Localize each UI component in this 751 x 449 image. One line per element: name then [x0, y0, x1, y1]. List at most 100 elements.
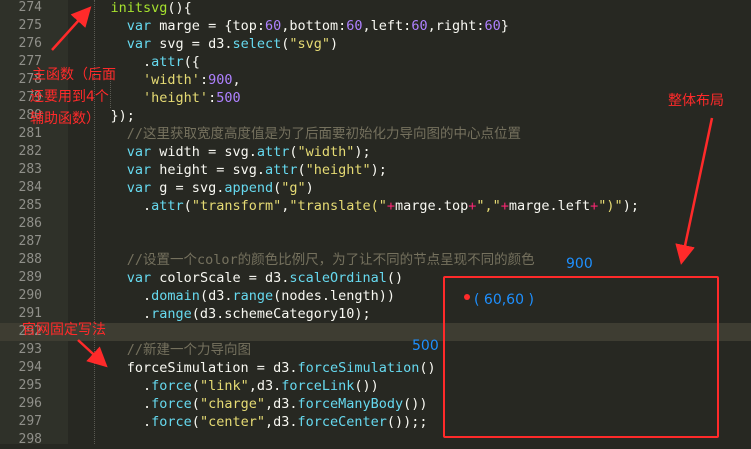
code-token: 500	[216, 90, 241, 106]
code-token: ,right:	[427, 18, 485, 34]
line-number: 282	[18, 144, 42, 159]
code-token: range	[151, 306, 192, 322]
code-token: forceSimulation	[297, 360, 420, 376]
code-token: .	[78, 414, 152, 430]
code-line[interactable]: 276 var svg = d3.select("svg")	[0, 35, 751, 53]
code-token: var	[126, 36, 152, 52]
code-token: "svg"	[289, 36, 331, 52]
code-token: );	[354, 144, 371, 160]
code-line[interactable]: 274 initsvg(){	[0, 0, 751, 17]
code-token: 900	[208, 72, 233, 88]
line-number: 290	[18, 288, 42, 303]
code-line[interactable]: 284 var g = svg.append("g")	[0, 179, 751, 197]
code-token: ,bottom:	[281, 18, 347, 34]
line-number: 283	[18, 162, 42, 177]
code-token: forceCenter	[297, 414, 387, 430]
line-number: 286	[18, 216, 42, 231]
code-token: forceSimulation = d3.	[78, 360, 298, 376]
code-token: "charge"	[199, 396, 265, 412]
code-token: "link"	[199, 378, 249, 394]
line-number: 298	[18, 432, 42, 447]
code-token: (d3.	[199, 288, 233, 304]
code-text: var width = svg.attr("width");	[78, 143, 371, 161]
code-token: (	[191, 414, 200, 430]
code-line[interactable]: 281 //这里获取宽度高度值是为了后面要初始化力导向图的中心点位置	[0, 125, 751, 143]
code-token: :	[199, 72, 209, 88]
code-token: "center"	[199, 414, 265, 430]
code-line[interactable]: 275 var marge = {top:60,bottom:60,left:6…	[0, 17, 751, 35]
code-token: )	[330, 36, 339, 52]
code-line[interactable]: 282 var width = svg.attr("width");	[0, 143, 751, 161]
code-token: "width"	[297, 144, 355, 160]
code-line[interactable]: 287	[0, 233, 751, 251]
code-token: //这里获取宽度高度值是为了后面要初始化力导向图的中心点位置	[126, 126, 522, 142]
line-number: 284	[18, 180, 42, 195]
code-line[interactable]: 279 'height':500	[0, 89, 751, 107]
annotation-main-function-line2: 还要用到4个	[30, 89, 109, 105]
code-token: svg = d3.	[151, 36, 233, 52]
code-token: ,d3.	[264, 414, 298, 430]
code-token: (	[183, 198, 192, 214]
code-token: .	[78, 198, 152, 214]
code-token: ());;	[386, 414, 428, 430]
code-token: 'height'	[143, 90, 209, 106]
code-line[interactable]: 285 .attr("transform","translate("+marge…	[0, 197, 751, 215]
code-token: marge.top	[395, 198, 469, 214]
code-token: ,left:	[362, 18, 412, 34]
code-token: //新建一个力导向图	[126, 342, 252, 358]
code-token: ","	[476, 198, 501, 214]
code-token: 60	[346, 18, 363, 34]
code-token: ,d3.	[264, 396, 298, 412]
code-token: attr	[151, 54, 184, 70]
code-token: 60	[411, 18, 428, 34]
code-text: .range(d3.schemeCategory10);	[78, 305, 371, 323]
code-text: .domain(d3.range(nodes.length))	[78, 287, 395, 305]
line-number: 296	[18, 396, 42, 411]
label-width-900: 900	[566, 256, 593, 272]
code-token: :	[208, 90, 217, 106]
line-number: 274	[18, 0, 42, 15]
code-text: //设置一个color的颜色比例尺，为了让不同的节点呈现不同的颜色	[78, 251, 535, 269]
annotation-main-function-line1: 主函数（后面	[32, 67, 116, 83]
code-token: ()	[386, 270, 404, 286]
code-text: var height = svg.attr("height");	[78, 161, 387, 179]
code-token: ")"	[598, 198, 623, 214]
code-token: var	[126, 162, 152, 178]
code-token: "transform"	[191, 198, 282, 214]
code-token: force	[151, 378, 192, 394]
line-number: 287	[18, 234, 42, 249]
code-token: var	[126, 180, 152, 196]
code-token: var	[126, 18, 152, 34]
code-line[interactable]: 288 //设置一个color的颜色比例尺，为了让不同的节点呈现不同的颜色	[0, 251, 751, 269]
code-token: //设置一个color的颜色比例尺，为了让不同的节点呈现不同的颜色	[126, 252, 535, 268]
code-token: );	[370, 162, 387, 178]
code-line[interactable]: 286	[0, 215, 751, 233]
code-token: (d3.schemeCategory10);	[191, 306, 371, 322]
code-text: .force("center",d3.forceCenter());;	[78, 413, 428, 431]
code-line[interactable]: 280 });	[0, 107, 751, 125]
code-token: 60	[484, 18, 501, 34]
origin-dot	[464, 294, 470, 300]
code-token: ()	[419, 360, 436, 376]
code-token: range	[232, 288, 274, 304]
code-token: +	[500, 198, 509, 214]
code-token: .	[78, 288, 152, 304]
code-token: "height"	[305, 162, 371, 178]
code-token: attr	[151, 198, 184, 214]
line-number: 297	[18, 414, 42, 429]
code-token: 60	[264, 18, 282, 34]
code-token: (nodes.length))	[273, 288, 396, 304]
code-token: height = svg.	[151, 162, 265, 178]
code-token: forceLink	[281, 378, 355, 394]
code-line[interactable]: 283 var height = svg.attr("height");	[0, 161, 751, 179]
line-number: 289	[18, 270, 42, 285]
code-text: .attr("transform","translate("+marge.top…	[78, 197, 639, 215]
code-token: ())	[354, 378, 379, 394]
code-text: forceSimulation = d3.forceSimulation()	[78, 359, 436, 377]
code-token: force	[151, 414, 192, 430]
